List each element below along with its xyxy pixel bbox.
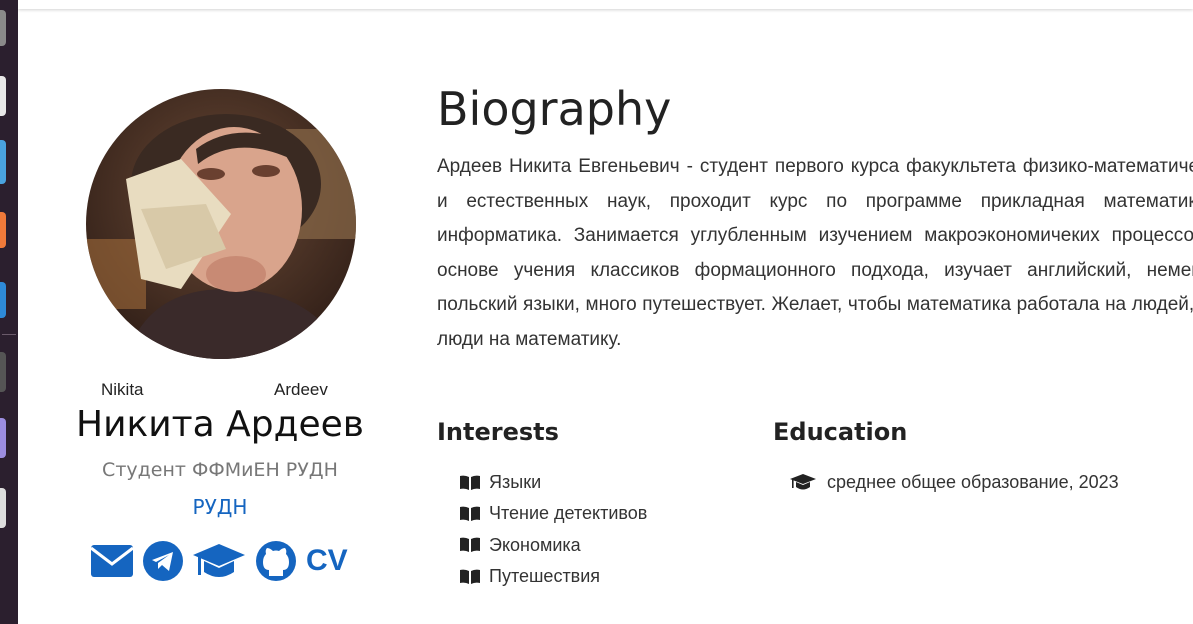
dock-app-icon[interactable] [0, 212, 6, 248]
interests-title: Interests [437, 418, 559, 446]
graduation-cap-icon [789, 473, 817, 493]
biography-text: Ардеев Никита Евгеньевич - студент перво… [437, 156, 1193, 350]
profile-role: Студент ФФМиЕН РУДН [102, 459, 338, 481]
email-link[interactable] [90, 540, 134, 582]
github-icon [256, 541, 296, 581]
graduation-cap-icon [193, 544, 245, 577]
list-item: Путешествия [458, 561, 647, 592]
interest-label: Чтение детективов [489, 503, 648, 524]
scholar-link[interactable] [192, 540, 246, 582]
dock-separator [2, 334, 16, 335]
profile-full-name: Никита Ардеев [76, 404, 364, 445]
dock-app-icon[interactable] [0, 418, 6, 458]
education-label: среднее общее образование, 2023 [827, 472, 1119, 493]
dock-app-icon[interactable] [0, 352, 6, 392]
telegram-icon [143, 541, 183, 581]
cv-link[interactable]: CV [306, 540, 348, 582]
list-item: Языки [458, 467, 647, 498]
dock-app-icon[interactable] [0, 76, 6, 116]
profile-avatar [86, 89, 356, 359]
dock-app-icon[interactable] [0, 282, 6, 318]
telegram-link[interactable] [142, 540, 184, 582]
education-list: среднее общее образование, 2023 [789, 467, 1119, 498]
book-icon [458, 506, 482, 522]
interest-label: Экономика [489, 534, 581, 555]
book-icon [458, 537, 482, 553]
education-title: Education [773, 418, 908, 446]
list-item: Экономика [458, 530, 647, 561]
book-icon [458, 569, 482, 585]
avatar-photo [86, 89, 356, 359]
os-dock [0, 0, 18, 624]
list-item: среднее общее образование, 2023 [789, 467, 1119, 498]
envelope-icon [90, 545, 134, 577]
page: Nikita Ardeev Никита Ардеев Студент ФФМи… [18, 0, 1193, 624]
dock-app-icon[interactable] [0, 140, 6, 184]
github-link[interactable] [255, 540, 297, 582]
dock-app-icon[interactable] [0, 10, 6, 46]
book-icon [458, 475, 482, 491]
interests-list: Языки Чтение детективов Экономика Путеше… [458, 467, 647, 592]
dock-app-icon[interactable] [0, 488, 6, 528]
first-name-latin: Nikita [101, 380, 144, 399]
profile-organization-link[interactable]: РУДН [18, 495, 422, 519]
last-name-latin: Ardeev [274, 380, 328, 399]
list-item: Чтение детективов [458, 498, 647, 529]
interest-label: Путешествия [489, 566, 601, 587]
interest-label: Языки [489, 472, 542, 493]
navbar [18, 0, 1193, 9]
biography-title: Biography [437, 82, 672, 136]
